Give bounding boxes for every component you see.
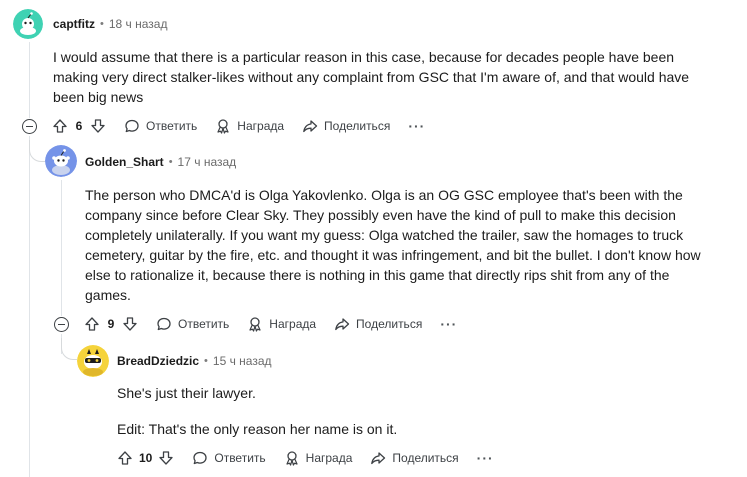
- vote-group: 10: [117, 450, 174, 466]
- comment-paragraph: I would assume that there is a particula…: [53, 49, 690, 105]
- comment-actions: 9 Ответить Награда Поделиться ···: [84, 312, 457, 336]
- vote-count: 6: [75, 119, 83, 133]
- downvote-icon[interactable]: [158, 450, 174, 466]
- share-icon: [334, 316, 350, 332]
- thread-line: [29, 136, 30, 477]
- reply-label: Ответить: [214, 451, 266, 465]
- share-button[interactable]: Поделиться: [370, 450, 459, 466]
- thread-line: [29, 42, 30, 118]
- user-avatar-icon: [13, 9, 43, 39]
- comment-meta: Golden_Shart • 17 ч назад: [85, 155, 236, 169]
- avatar[interactable]: [77, 345, 109, 377]
- reply-label: Ответить: [178, 317, 230, 331]
- vote-group: 9: [84, 316, 138, 332]
- comment-actions: 10 Ответить Награда Поделиться ···: [117, 446, 494, 470]
- comment-icon: [156, 316, 172, 332]
- separator-dot: •: [100, 18, 104, 30]
- avatar[interactable]: [13, 9, 43, 39]
- award-icon: [215, 118, 231, 134]
- comment-paragraph: Edit: That's the only reason her name is…: [117, 421, 398, 437]
- thread-elbow: [61, 338, 77, 360]
- comment-time[interactable]: 18 ч назад: [109, 17, 168, 31]
- collapse-thread-button[interactable]: [22, 119, 37, 134]
- award-button[interactable]: Награда: [215, 118, 284, 134]
- share-button[interactable]: Поделиться: [302, 118, 390, 134]
- user-avatar-icon: [45, 145, 77, 177]
- separator-dot: •: [204, 355, 208, 367]
- more-options-icon[interactable]: ···: [408, 118, 425, 134]
- reply-label: Ответить: [146, 119, 198, 133]
- comment-author[interactable]: BreadDziedzic: [117, 354, 199, 368]
- comment-time[interactable]: 15 ч назад: [213, 354, 272, 368]
- comment-body: She's just their lawyer. Edit: That's th…: [117, 383, 717, 439]
- thread-elbow: [29, 140, 45, 162]
- vote-group: 6: [52, 118, 106, 134]
- upvote-icon[interactable]: [52, 118, 68, 134]
- share-label: Поделиться: [324, 119, 391, 133]
- reply-button[interactable]: Ответить: [156, 316, 229, 332]
- collapse-thread-button[interactable]: [54, 317, 69, 332]
- comment-meta: captfitz • 18 ч назад: [53, 17, 167, 31]
- share-icon: [302, 118, 318, 134]
- downvote-icon[interactable]: [90, 118, 106, 134]
- award-button[interactable]: Награда: [284, 450, 353, 466]
- award-label: Награда: [305, 451, 353, 465]
- thread-line: [61, 180, 62, 316]
- award-button[interactable]: Награда: [247, 316, 316, 332]
- award-icon: [247, 316, 263, 332]
- share-icon: [370, 450, 386, 466]
- more-options-icon[interactable]: ···: [477, 450, 494, 466]
- comment-icon: [124, 118, 140, 134]
- award-label: Награда: [237, 119, 285, 133]
- comment-paragraph: The person who DMCA'd is Olga Yakovlenko…: [85, 187, 701, 303]
- award-icon: [284, 450, 300, 466]
- comment-meta: BreadDziedzic • 15 ч назад: [117, 354, 272, 368]
- reply-button[interactable]: Ответить: [124, 118, 197, 134]
- separator-dot: •: [168, 156, 173, 168]
- vote-count: 9: [107, 317, 115, 331]
- avatar[interactable]: [45, 145, 77, 177]
- share-button[interactable]: Поделиться: [334, 316, 422, 332]
- user-avatar-icon: [77, 345, 109, 377]
- comment-actions: 6 Ответить Награда Поделиться ···: [52, 114, 425, 138]
- more-options-icon[interactable]: ···: [440, 316, 457, 332]
- downvote-icon[interactable]: [122, 316, 138, 332]
- comment-paragraph: She's just their lawyer.: [117, 385, 256, 401]
- reply-button[interactable]: Ответить: [192, 450, 266, 466]
- comment-body: The person who DMCA'd is Olga Yakovlenko…: [85, 185, 710, 305]
- share-label: Поделиться: [356, 317, 423, 331]
- share-label: Поделиться: [392, 451, 459, 465]
- comment-icon: [192, 450, 208, 466]
- upvote-icon[interactable]: [117, 450, 133, 466]
- award-label: Награда: [269, 317, 317, 331]
- vote-count: 10: [139, 451, 153, 465]
- comment-body: I would assume that there is a particula…: [53, 47, 713, 107]
- comment-author[interactable]: captfitz: [53, 17, 95, 31]
- upvote-icon[interactable]: [84, 316, 100, 332]
- comment-time[interactable]: 17 ч назад: [178, 155, 237, 169]
- comment-author[interactable]: Golden_Shart: [85, 155, 164, 169]
